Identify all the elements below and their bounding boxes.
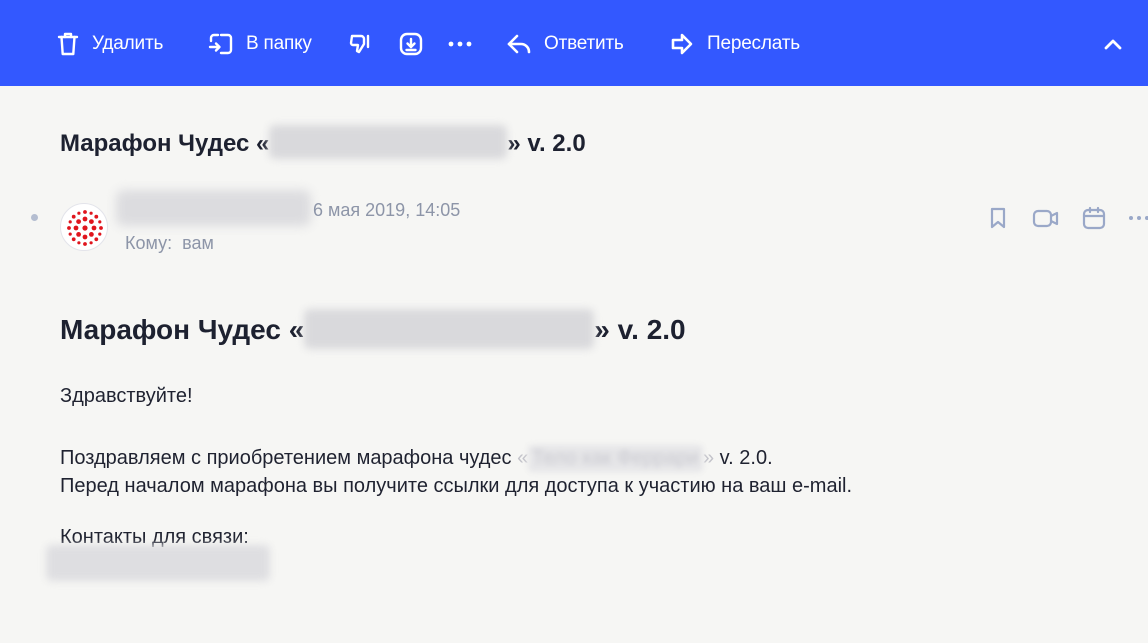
- spam-button[interactable]: [348, 28, 374, 60]
- body-line-2: Перед началом марафона вы получите ссылк…: [60, 475, 853, 497]
- forward-button[interactable]: Переслать: [669, 28, 800, 60]
- to-value[interactable]: вам: [182, 233, 214, 253]
- sender-logo-icon: [67, 210, 103, 246]
- reply-label: Ответить: [544, 33, 624, 54]
- forward-label: Переслать: [707, 33, 800, 54]
- video-call-icon[interactable]: [1032, 206, 1060, 235]
- calendar-icon[interactable]: [1081, 206, 1107, 235]
- delete-label: Удалить: [92, 33, 164, 54]
- chevron-up-icon: [1102, 31, 1124, 57]
- forward-arrow-icon: [669, 31, 695, 57]
- contacts-redacted[interactable]: [46, 545, 270, 581]
- reply-button[interactable]: Ответить: [506, 28, 624, 60]
- to-label: Кому:: [125, 233, 173, 253]
- greeting-text: Здравствуйте!: [60, 385, 193, 407]
- line1-close-quote: »: [702, 446, 715, 469]
- download-box-icon: [398, 31, 424, 57]
- body-title-prefix: Марафон Чудес «: [60, 314, 305, 345]
- trash-icon: [56, 31, 80, 57]
- message-toolbar: Удалить В папку Ответить Переслать: [0, 0, 1148, 86]
- folder-move-icon: [208, 31, 234, 57]
- message-date: 6 мая 2019, 14:05: [313, 200, 461, 220]
- reply-arrow-icon: [506, 31, 532, 57]
- thumbs-down-icon: [348, 31, 374, 57]
- delete-button[interactable]: Удалить: [56, 28, 163, 60]
- message-more-icon[interactable]: [1128, 206, 1148, 235]
- collapse-button[interactable]: [1102, 28, 1124, 60]
- move-label: В папку: [246, 33, 312, 54]
- subject-prefix: Марафон Чудес «: [60, 130, 270, 157]
- recipient-line: Кому: вам: [125, 233, 214, 254]
- more-actions-button[interactable]: [448, 28, 472, 60]
- subject-suffix: » v. 2.0: [507, 130, 586, 157]
- line1-open-quote: «: [517, 446, 529, 469]
- line1-prefix: Поздравляем с приобретением марафона чуд…: [60, 446, 518, 469]
- body-title-suffix: » v. 2.0: [594, 314, 686, 345]
- body-line-1: Поздравляем с приобретением марафона чуд…: [60, 445, 773, 472]
- subject-redacted: [269, 124, 508, 159]
- move-to-folder-button[interactable]: В папку: [208, 28, 312, 60]
- message-subject: Марафон Чудес « » v. 2.0: [60, 124, 586, 159]
- body-title-redacted: [304, 308, 595, 349]
- line1-redacted-text: Тело как Феррари: [528, 445, 703, 472]
- sender-name-redacted[interactable]: [116, 190, 311, 226]
- unread-dot[interactable]: [31, 214, 38, 221]
- archive-button[interactable]: [398, 28, 424, 60]
- body-title: Марафон Чудес « » v. 2.0: [60, 308, 686, 349]
- line1-suffix: v. 2.0.: [714, 446, 773, 469]
- more-dots-icon: [448, 31, 472, 57]
- bookmark-icon[interactable]: [987, 206, 1009, 235]
- sender-avatar[interactable]: [60, 203, 108, 251]
